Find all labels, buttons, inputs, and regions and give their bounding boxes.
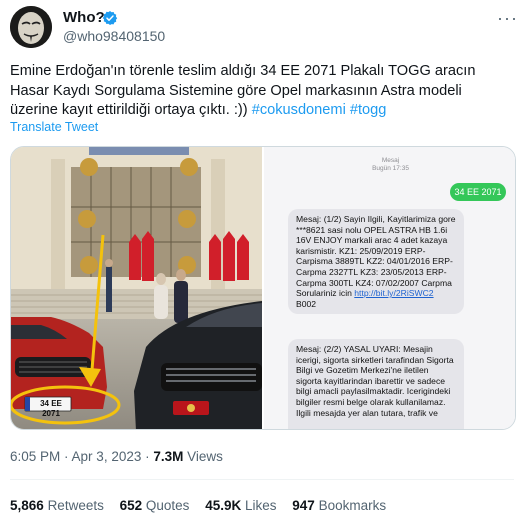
likes-stat[interactable]: 45.9K Likes	[205, 498, 276, 513]
avatar[interactable]	[10, 6, 52, 48]
sms-screenshot[interactable]: Mesaj Bugün 17:35 34 EE 2071 Mesaj: (1/2…	[264, 147, 515, 429]
quotes-label: Quotes	[145, 498, 190, 513]
display-name[interactable]: Who?	[63, 9, 105, 26]
quotes-count: 652	[119, 498, 143, 513]
hashtag-link[interactable]: #cokusdonemi	[252, 102, 346, 118]
sms-reply-text: Mesaj: (1/2) Sayin Ilgili, Kayitlarimiza…	[296, 214, 456, 299]
tweet-date[interactable]: Apr 3, 2023	[72, 449, 142, 464]
sms-received-bubble-1: Mesaj: (1/2) Sayin Ilgili, Kayitlarimiza…	[288, 209, 464, 315]
sms-header-time: Bugün 17:35	[372, 165, 409, 172]
quotes-stat[interactable]: 652 Quotes	[120, 498, 190, 513]
bookmarks-count: 947	[292, 498, 315, 513]
bookmarks-label: Bookmarks	[318, 498, 387, 513]
retweets-label: Retweets	[47, 498, 104, 513]
likes-label: Likes	[245, 498, 277, 513]
hashtag-link[interactable]: #togg	[350, 102, 387, 118]
divider	[10, 479, 514, 480]
likes-count: 45.9K	[205, 498, 242, 513]
license-plate-text: 34 EE 2071	[40, 399, 62, 418]
tweet-meta: 6:05 PM · Apr 3, 2023 · 7.3M Views	[10, 449, 223, 464]
sms-reply-tail: B002	[296, 298, 317, 309]
views-label: Views	[183, 449, 223, 464]
verified-badge-icon	[102, 11, 118, 25]
retweets-count: 5,866	[10, 498, 44, 513]
sms-reply-text: Mesaj: (2/2) YASAL UYARI: Mesajin icerig…	[296, 344, 454, 418]
sms-sent-bubble: 34 EE 2071	[450, 183, 506, 201]
user-handle[interactable]: @who98408150	[63, 28, 165, 44]
tweet-body: Emine Erdoğan'ın törenle teslim aldığı 3…	[10, 63, 476, 118]
media-container[interactable]: 34 EE 2071 Mesaj Bugün 17:35 34 EE 2071 …	[10, 146, 516, 430]
translate-tweet-link[interactable]: Translate Tweet	[10, 120, 98, 134]
bookmarks-stat[interactable]: 947 Bookmarks	[292, 498, 386, 513]
meta-separator: ·	[60, 449, 72, 464]
meta-separator: ·	[141, 449, 154, 464]
tweet-text: Emine Erdoğan'ın törenle teslim aldığı 3…	[10, 62, 510, 121]
engagement-stats: 5,866 Retweets 652 Quotes 45.9K Likes 94…	[10, 498, 398, 513]
sms-received-bubble-2: Mesaj: (2/2) YASAL UYARI: Mesajin icerig…	[288, 339, 464, 429]
ceremony-photo[interactable]: 34 EE 2071	[11, 147, 262, 429]
views-count: 7.3M	[153, 449, 184, 464]
sms-header-title: Mesaj	[381, 157, 400, 164]
more-options-icon[interactable]: ···	[497, 8, 518, 29]
avatar-mask-icon	[10, 6, 52, 48]
tweet-time[interactable]: 6:05 PM	[10, 449, 60, 464]
sms-reply-link[interactable]: http://bit.ly/2RiSWC2	[354, 288, 433, 298]
ceremony-photo-image	[11, 147, 262, 429]
sms-header: Mesaj Bugün 17:35	[264, 157, 515, 173]
retweets-stat[interactable]: 5,866 Retweets	[10, 498, 104, 513]
